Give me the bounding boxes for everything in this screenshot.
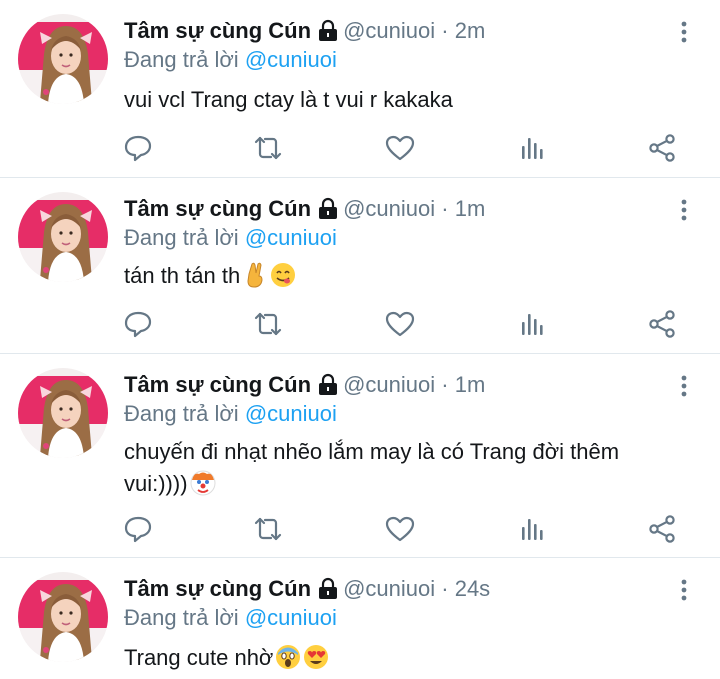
avatar[interactable] bbox=[18, 14, 108, 104]
analytics-icon[interactable] bbox=[516, 132, 548, 164]
more-vertical-icon[interactable] bbox=[674, 578, 694, 602]
tweet-text: chuyến đi nhạt nhẽo lắm may là có Trang … bbox=[124, 436, 684, 505]
tweet-text-content: Trang cute nhờ bbox=[124, 645, 274, 670]
lock-icon bbox=[317, 373, 339, 402]
retweet-icon[interactable] bbox=[252, 308, 284, 340]
heart-icon[interactable] bbox=[384, 513, 416, 545]
replying-to: Đang trả lời @cuniuoi bbox=[124, 46, 337, 74]
timestamp[interactable]: 1m bbox=[455, 372, 486, 397]
tweet-text-content: vui vcl Trang ctay là t vui r kakaka bbox=[124, 87, 453, 112]
more-vertical-icon[interactable] bbox=[674, 374, 694, 398]
separator: · bbox=[441, 576, 449, 601]
reply-prefix: Đang trả lời bbox=[124, 605, 239, 630]
tweet-actions bbox=[0, 308, 720, 340]
share-icon[interactable] bbox=[646, 308, 678, 340]
lock-icon bbox=[317, 577, 339, 606]
avatar[interactable] bbox=[18, 192, 108, 282]
avatar[interactable] bbox=[18, 368, 108, 458]
heart-icon[interactable] bbox=[384, 132, 416, 164]
tweet[interactable]: Tâm sự cùng Cún @cuniuoi · 1m Đang trả lờ… bbox=[0, 354, 720, 558]
tweet-header: Tâm sự cùng Cún @cuniuoi · 24s bbox=[124, 575, 490, 606]
reply-icon[interactable] bbox=[122, 308, 154, 340]
tweet-header: Tâm sự cùng Cún @cuniuoi · 1m bbox=[124, 195, 485, 226]
yum-face-emoji bbox=[270, 262, 297, 297]
avatar[interactable] bbox=[18, 572, 108, 662]
tweet-header: Tâm sự cùng Cún @cuniuoi · 1m bbox=[124, 371, 485, 402]
tweet[interactable]: Tâm sự cùng Cún @cuniuoi · 24s Đang trả l… bbox=[0, 558, 720, 679]
separator: · bbox=[441, 18, 449, 43]
timestamp[interactable]: 24s bbox=[455, 576, 490, 601]
reply-prefix: Đang trả lời bbox=[124, 225, 239, 250]
reply-prefix: Đang trả lời bbox=[124, 47, 239, 72]
reply-mention[interactable]: @cuniuoi bbox=[245, 605, 337, 630]
replying-to: Đang trả lời @cuniuoi bbox=[124, 224, 337, 252]
display-name[interactable]: Tâm sự cùng Cún bbox=[124, 18, 311, 43]
tweet-actions bbox=[0, 513, 720, 545]
tweet[interactable]: Tâm sự cùng Cún @cuniuoi · 1m Đang trả lờ… bbox=[0, 178, 720, 354]
lock-icon bbox=[317, 197, 339, 226]
tweet-text-content: tán th tán th bbox=[124, 263, 241, 288]
display-name[interactable]: Tâm sự cùng Cún bbox=[124, 576, 311, 601]
tweet-text: Trang cute nhờ bbox=[124, 642, 684, 679]
replying-to: Đang trả lời @cuniuoi bbox=[124, 604, 337, 632]
handle[interactable]: @cuniuoi bbox=[343, 18, 435, 43]
tweet[interactable]: Tâm sự cùng Cún @cuniuoi · 2m Đang trả lờ… bbox=[0, 0, 720, 178]
tweet-text: tán th tán th bbox=[124, 260, 684, 297]
timestamp[interactable]: 1m bbox=[455, 196, 486, 221]
share-icon[interactable] bbox=[646, 132, 678, 164]
crossed-fingers-emoji bbox=[242, 260, 268, 297]
replying-to: Đang trả lời @cuniuoi bbox=[124, 400, 337, 428]
handle[interactable]: @cuniuoi bbox=[343, 372, 435, 397]
reply-mention[interactable]: @cuniuoi bbox=[245, 47, 337, 72]
share-icon[interactable] bbox=[646, 513, 678, 545]
display-name[interactable]: Tâm sự cùng Cún bbox=[124, 196, 311, 221]
analytics-icon[interactable] bbox=[516, 513, 548, 545]
reply-icon[interactable] bbox=[122, 132, 154, 164]
lock-icon bbox=[317, 19, 339, 48]
more-vertical-icon[interactable] bbox=[674, 198, 694, 222]
reply-icon[interactable] bbox=[122, 513, 154, 545]
more-vertical-icon[interactable] bbox=[674, 20, 694, 44]
timestamp[interactable]: 2m bbox=[455, 18, 486, 43]
reply-mention[interactable]: @cuniuoi bbox=[245, 225, 337, 250]
screaming-face-emoji bbox=[275, 644, 301, 679]
tweet-actions bbox=[0, 132, 720, 164]
separator: · bbox=[441, 196, 449, 221]
heart-eyes-face-emoji bbox=[303, 644, 329, 679]
separator: · bbox=[441, 372, 449, 397]
handle[interactable]: @cuniuoi bbox=[343, 576, 435, 601]
retweet-icon[interactable] bbox=[252, 132, 284, 164]
tweet-header: Tâm sự cùng Cún @cuniuoi · 2m bbox=[124, 17, 485, 48]
display-name[interactable]: Tâm sự cùng Cún bbox=[124, 372, 311, 397]
handle[interactable]: @cuniuoi bbox=[343, 196, 435, 221]
reply-prefix: Đang trả lời bbox=[124, 401, 239, 426]
tweet-text: vui vcl Trang ctay là t vui r kakaka bbox=[124, 84, 684, 116]
heart-icon[interactable] bbox=[384, 308, 416, 340]
reply-mention[interactable]: @cuniuoi bbox=[245, 401, 337, 426]
analytics-icon[interactable] bbox=[516, 308, 548, 340]
retweet-icon[interactable] bbox=[252, 513, 284, 545]
clown-face-emoji bbox=[189, 470, 216, 505]
